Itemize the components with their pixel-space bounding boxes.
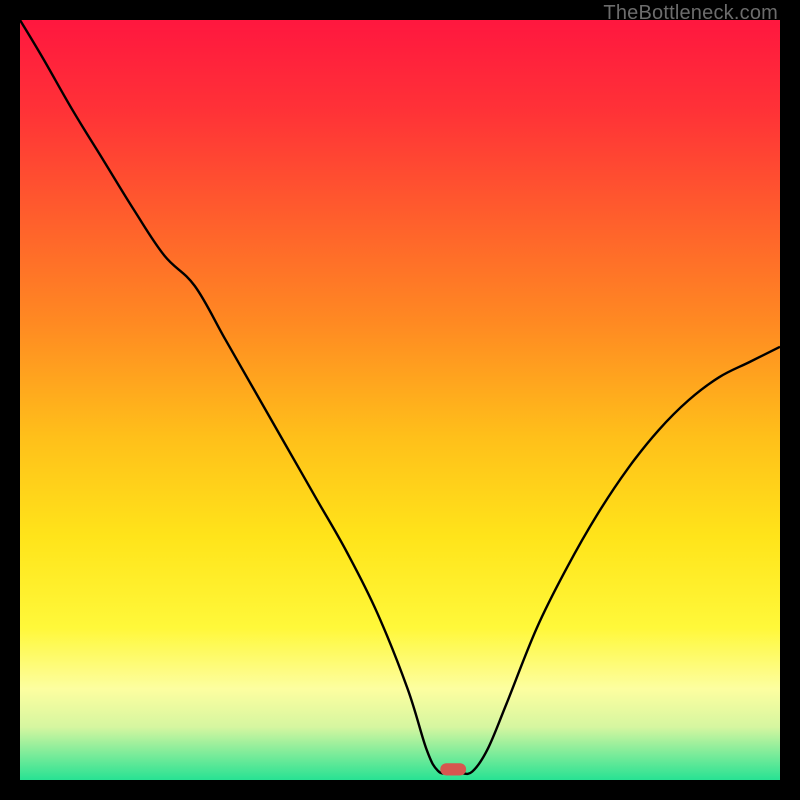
chart-frame: TheBottleneck.com (0, 0, 800, 800)
bottleneck-chart (20, 20, 780, 780)
optimal-marker (440, 763, 466, 775)
plot-area (20, 20, 780, 780)
